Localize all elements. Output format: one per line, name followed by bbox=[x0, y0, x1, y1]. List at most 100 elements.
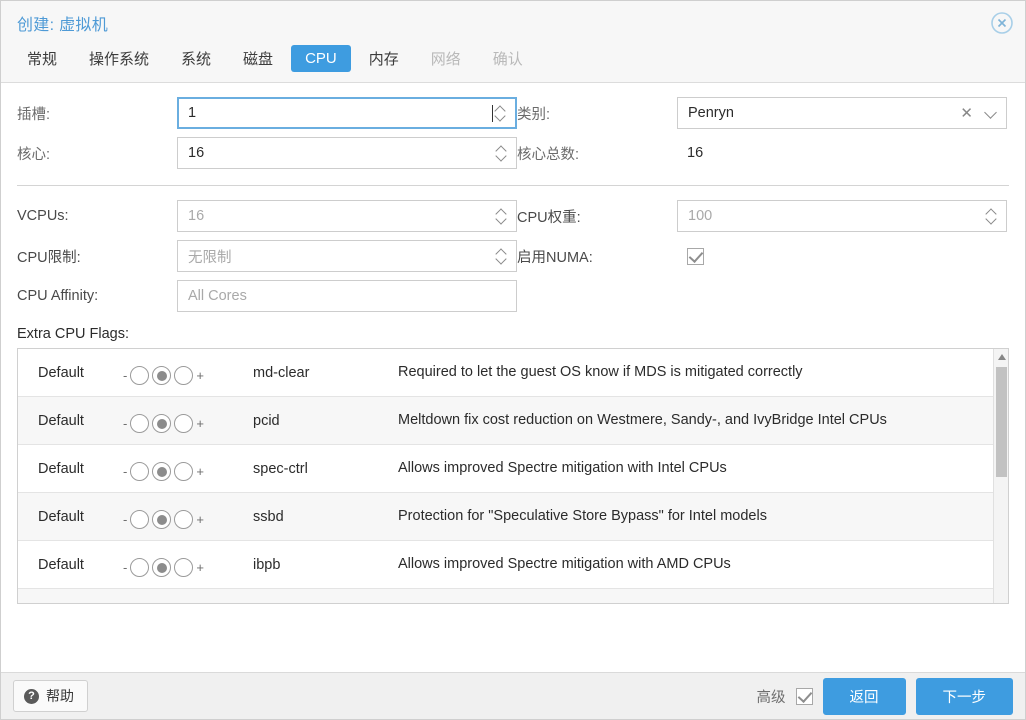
section-divider bbox=[17, 185, 1009, 186]
flag-name: ibpb bbox=[253, 557, 398, 573]
flag-state-label: Default bbox=[18, 461, 123, 477]
radio-default[interactable] bbox=[152, 558, 171, 577]
vcpus-input[interactable]: 16 bbox=[177, 200, 517, 232]
radio-off[interactable] bbox=[130, 558, 149, 577]
chevron-down-icon bbox=[497, 154, 506, 159]
chevron-down-icon bbox=[497, 257, 506, 262]
question-mark-icon: ? bbox=[24, 689, 39, 704]
flag-name: ssbd bbox=[253, 509, 398, 525]
back-button[interactable]: 返回 bbox=[823, 678, 906, 715]
table-row[interactable]: Default - + md-clear Required to let the… bbox=[18, 349, 993, 397]
table-row[interactable]: Default - + ibpb Allows improved Spectre… bbox=[18, 541, 993, 589]
create-vm-dialog: 创建: 虚拟机 常规 操作系统 系统 磁盘 CPU 内存 网络 确认 插槽: 1 bbox=[0, 0, 1026, 720]
tab-cpu[interactable]: CPU bbox=[291, 45, 351, 72]
cpu-affinity-input[interactable]: All Cores bbox=[177, 280, 517, 312]
flag-state-label: Default bbox=[18, 509, 123, 525]
flag-tristate-toggle[interactable]: - + bbox=[123, 504, 253, 529]
scroll-up-arrow-icon[interactable] bbox=[994, 349, 1009, 364]
cpu-resources-section: VCPUs: 16 CPU权重: 100 CPU限制: 无限制 bbox=[17, 200, 1009, 312]
radio-off[interactable] bbox=[130, 414, 149, 433]
cores-input[interactable]: 16 bbox=[177, 137, 517, 169]
cpu-limit-input[interactable]: 无限制 bbox=[177, 240, 517, 272]
radio-default[interactable] bbox=[152, 366, 171, 385]
flag-name: spec-ctrl bbox=[253, 461, 398, 477]
plus-sign: + bbox=[196, 368, 204, 383]
cpu-affinity-placeholder: All Cores bbox=[188, 288, 508, 304]
close-icon[interactable] bbox=[989, 10, 1015, 36]
category-label: 类别: bbox=[517, 103, 677, 124]
radio-off[interactable] bbox=[130, 510, 149, 529]
sockets-label: 插槽: bbox=[17, 103, 177, 124]
category-select[interactable]: Penryn ✕ bbox=[677, 97, 1007, 129]
total-cores-label: 核心总数: bbox=[517, 143, 677, 164]
sockets-input[interactable]: 1 bbox=[177, 97, 517, 129]
table-row-partial[interactable] bbox=[18, 589, 993, 603]
tab-confirm: 确认 bbox=[479, 43, 537, 74]
flag-description: Allows improved Spectre mitigation with … bbox=[398, 458, 993, 479]
footer-actions: 高级 返回 下一步 bbox=[757, 678, 1014, 715]
flag-name: pcid bbox=[253, 413, 398, 429]
radio-default[interactable] bbox=[152, 510, 171, 529]
cpu-weight-stepper[interactable] bbox=[984, 210, 998, 222]
tab-disk[interactable]: 磁盘 bbox=[229, 43, 287, 74]
flag-state-label: Default bbox=[18, 413, 123, 429]
cpu-weight-input[interactable]: 100 bbox=[677, 200, 1007, 232]
radio-on[interactable] bbox=[174, 462, 193, 481]
radio-default[interactable] bbox=[152, 414, 171, 433]
flag-tristate-toggle[interactable]: - + bbox=[123, 552, 253, 577]
radio-on[interactable] bbox=[174, 414, 193, 433]
dialog-header: 创建: 虚拟机 常规 操作系统 系统 磁盘 CPU 内存 网络 确认 bbox=[1, 1, 1025, 83]
cpu-limit-stepper[interactable] bbox=[494, 250, 508, 262]
dialog-title: 创建: 虚拟机 bbox=[1, 1, 1025, 41]
flag-tristate-toggle[interactable]: - + bbox=[123, 360, 253, 385]
tab-memory[interactable]: 内存 bbox=[355, 43, 413, 74]
vcpus-stepper[interactable] bbox=[494, 210, 508, 222]
plus-sign: + bbox=[196, 416, 204, 431]
cpu-topology-section: 插槽: 1 类别: Penryn ✕ 核心: 16 bbox=[17, 97, 1009, 169]
help-button[interactable]: ? 帮助 bbox=[13, 680, 88, 712]
advanced-label: 高级 bbox=[757, 686, 786, 707]
extra-cpu-flags-table: Default - + md-clear Required to let the… bbox=[17, 348, 1009, 604]
dialog-body: 插槽: 1 类别: Penryn ✕ 核心: 16 bbox=[1, 83, 1025, 672]
tab-bar: 常规 操作系统 系统 磁盘 CPU 内存 网络 确认 bbox=[1, 41, 1025, 82]
radio-off[interactable] bbox=[130, 366, 149, 385]
table-row[interactable]: Default - + spec-ctrl Allows improved Sp… bbox=[18, 445, 993, 493]
cores-value: 16 bbox=[188, 145, 494, 161]
sockets-stepper[interactable] bbox=[493, 107, 507, 119]
flag-state-label: Default bbox=[18, 557, 123, 573]
radio-on[interactable] bbox=[174, 510, 193, 529]
enable-numa-label: 启用NUMA: bbox=[517, 246, 677, 267]
radio-on[interactable] bbox=[174, 558, 193, 577]
enable-numa-cell bbox=[677, 248, 1007, 265]
table-row[interactable]: Default - + pcid Meltdown fix cost reduc… bbox=[18, 397, 993, 445]
minus-sign: - bbox=[123, 416, 127, 431]
vcpus-label: VCPUs: bbox=[17, 208, 177, 224]
cores-stepper[interactable] bbox=[494, 147, 508, 159]
help-button-label: 帮助 bbox=[46, 686, 74, 706]
enable-numa-checkbox[interactable] bbox=[687, 248, 704, 265]
radio-off[interactable] bbox=[130, 462, 149, 481]
tab-general[interactable]: 常规 bbox=[13, 43, 71, 74]
flag-tristate-toggle[interactable]: - + bbox=[123, 456, 253, 481]
minus-sign: - bbox=[123, 512, 127, 527]
chevron-down-icon[interactable] bbox=[985, 110, 996, 117]
flag-tristate-toggle[interactable]: - + bbox=[123, 408, 253, 433]
scrollbar-thumb[interactable] bbox=[996, 367, 1007, 477]
advanced-checkbox[interactable] bbox=[796, 688, 813, 705]
tab-system[interactable]: 系统 bbox=[167, 43, 225, 74]
next-button[interactable]: 下一步 bbox=[916, 678, 1014, 715]
cpu-affinity-label: CPU Affinity: bbox=[17, 288, 177, 304]
tab-os[interactable]: 操作系统 bbox=[75, 43, 163, 74]
clear-x-icon[interactable]: ✕ bbox=[960, 106, 973, 121]
chevron-down-icon bbox=[987, 217, 996, 222]
table-scrollbar[interactable] bbox=[993, 349, 1008, 603]
radio-default[interactable] bbox=[152, 462, 171, 481]
table-row[interactable]: Default - + ssbd Protection for "Specula… bbox=[18, 493, 993, 541]
total-cores-value: 16 bbox=[677, 145, 1007, 161]
cpu-weight-value: 100 bbox=[688, 208, 984, 224]
flag-state-label: Default bbox=[18, 365, 123, 381]
minus-sign: - bbox=[123, 560, 127, 575]
radio-on[interactable] bbox=[174, 366, 193, 385]
cpu-limit-placeholder: 无限制 bbox=[188, 246, 494, 267]
flag-description: Allows improved Spectre mitigation with … bbox=[398, 554, 993, 575]
